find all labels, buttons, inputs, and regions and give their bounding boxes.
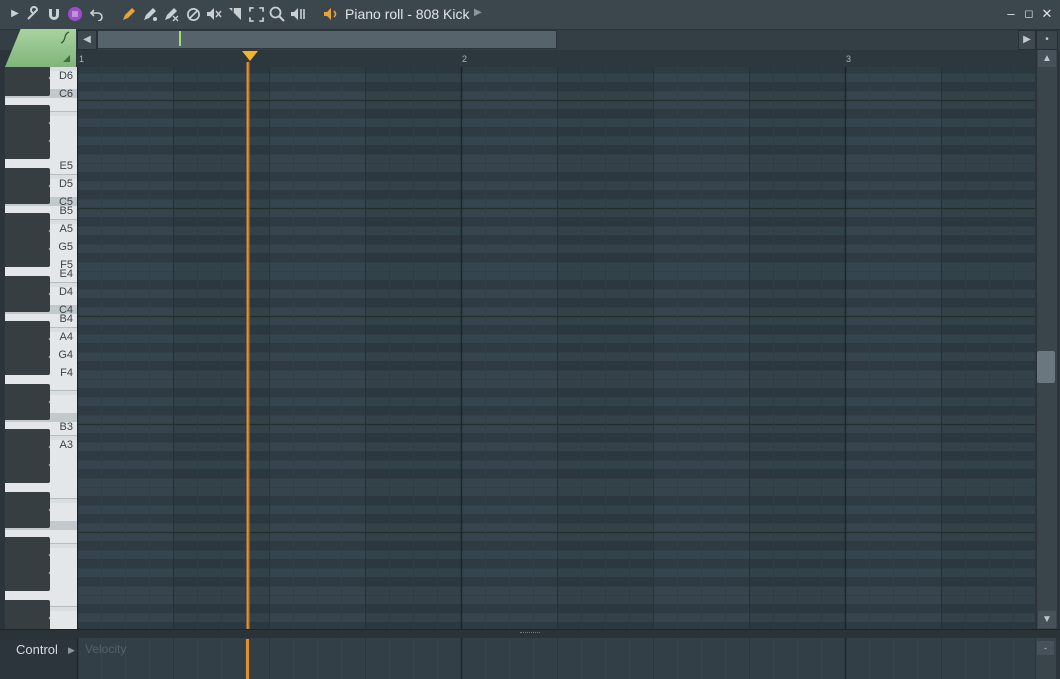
playhead-line [246,62,250,629]
window-title: Piano roll - 808 Kick [345,6,470,22]
slice-icon[interactable] [226,5,244,23]
black-key[interactable] [5,357,50,375]
key-label: A3 [59,439,73,451]
mute-icon[interactable] [184,5,202,23]
key-label: E5 [59,160,73,172]
black-key[interactable] [5,510,50,528]
control-label[interactable]: Control [16,642,58,657]
pencil-icon[interactable] [120,5,138,23]
menu-arrow-icon[interactable]: ▶ [6,5,24,23]
snap-icon[interactable] [66,5,84,23]
maximize-icon[interactable]: ◻ [1021,6,1037,22]
event-playhead-line [246,639,249,679]
bar-number: 3 [846,54,852,64]
vertical-scroll-thumb[interactable] [1037,351,1055,383]
beat-shade [173,67,269,629]
playhead-marker[interactable] [242,51,258,61]
vertical-scroll-bar[interactable]: ▲ ▼ [1036,50,1057,629]
playback-icon[interactable] [289,5,307,23]
black-key[interactable] [5,249,50,267]
horizontal-scroll-thumb[interactable] [97,30,557,49]
black-key[interactable] [5,321,50,339]
key-label: A4 [59,331,73,343]
divider-grip[interactable] [520,632,540,635]
timeline-ruler[interactable]: 1 2 3 [77,50,1035,68]
title-menu-arrow-icon[interactable]: ▶ [474,7,482,18]
black-key[interactable] [5,123,50,141]
wrench-icon[interactable] [24,5,42,23]
control-menu-arrow-icon[interactable]: ▶ [68,645,75,656]
beat-shade [941,67,1035,629]
black-key[interactable] [5,492,50,510]
bar-number: 2 [462,54,468,64]
note-grid[interactable] [77,67,1035,629]
black-key[interactable] [5,339,50,357]
black-key[interactable] [5,573,50,591]
paint-icon[interactable] [141,5,159,23]
black-key[interactable] [5,384,50,402]
velocity-label: Velocity [85,642,127,656]
scroll-left-button[interactable]: ◀ [77,30,97,50]
black-key[interactable] [5,447,50,465]
select-icon[interactable] [247,5,265,23]
black-key[interactable] [5,465,50,483]
key-label: A5 [59,223,73,235]
key-label: B5 [59,205,73,217]
speaker-icon[interactable] [322,5,340,23]
scroll-position-marker [179,31,181,46]
scroll-down-button[interactable]: ▼ [1038,611,1056,628]
black-key[interactable] [5,67,50,78]
beat-shade [749,67,845,629]
scroll-options-button[interactable]: • [1036,30,1058,50]
beat-shade [557,67,653,629]
delete-brush-icon[interactable] [162,5,180,23]
key-label: D5 [58,178,73,190]
bar-number: 1 [79,54,85,64]
key-label: B3 [59,421,73,433]
black-key[interactable] [5,186,50,204]
black-key[interactable] [5,600,50,618]
key-label: D6 [58,70,73,82]
piano-keyboard[interactable]: D6 C6 E5 D5 C5 B5 A5 G5 F5 E4 D4 C4 B4 A4 G4 F4 B3 A3 [5,67,77,629]
beat-shade [365,67,461,629]
event-editor[interactable] [77,638,1035,679]
key-label: G5 [58,241,73,253]
title-bar: ▶ Piano roll - 808 Kick ▶ – ◻ ✕ [0,0,1060,30]
scroll-right-button[interactable]: ▶ [1018,30,1036,50]
key-label: D4 [58,286,73,298]
zoom-icon[interactable] [268,5,286,23]
black-key[interactable] [5,537,50,555]
black-key[interactable] [5,141,50,159]
event-editor-menu-button[interactable]: - [1037,641,1054,655]
undo-icon[interactable] [88,5,106,23]
close-icon[interactable]: ✕ [1039,6,1055,22]
black-key[interactable] [5,105,50,123]
black-key[interactable] [5,618,50,629]
black-key[interactable] [5,231,50,249]
key-label: B4 [59,313,73,325]
key-label: E4 [59,268,73,280]
speaker-mute-icon[interactable] [205,5,223,23]
scroll-up-button[interactable]: ▲ [1038,50,1056,67]
key-label: G4 [58,349,73,361]
black-key[interactable] [5,213,50,231]
black-key[interactable] [5,429,50,447]
black-key[interactable] [5,555,50,573]
black-key[interactable] [5,402,50,420]
black-key[interactable] [5,78,50,96]
magnet-icon[interactable] [45,5,63,23]
minimize-icon[interactable]: – [1003,6,1019,22]
black-key[interactable] [5,276,50,294]
black-key[interactable] [5,168,50,186]
black-key[interactable] [5,294,50,312]
